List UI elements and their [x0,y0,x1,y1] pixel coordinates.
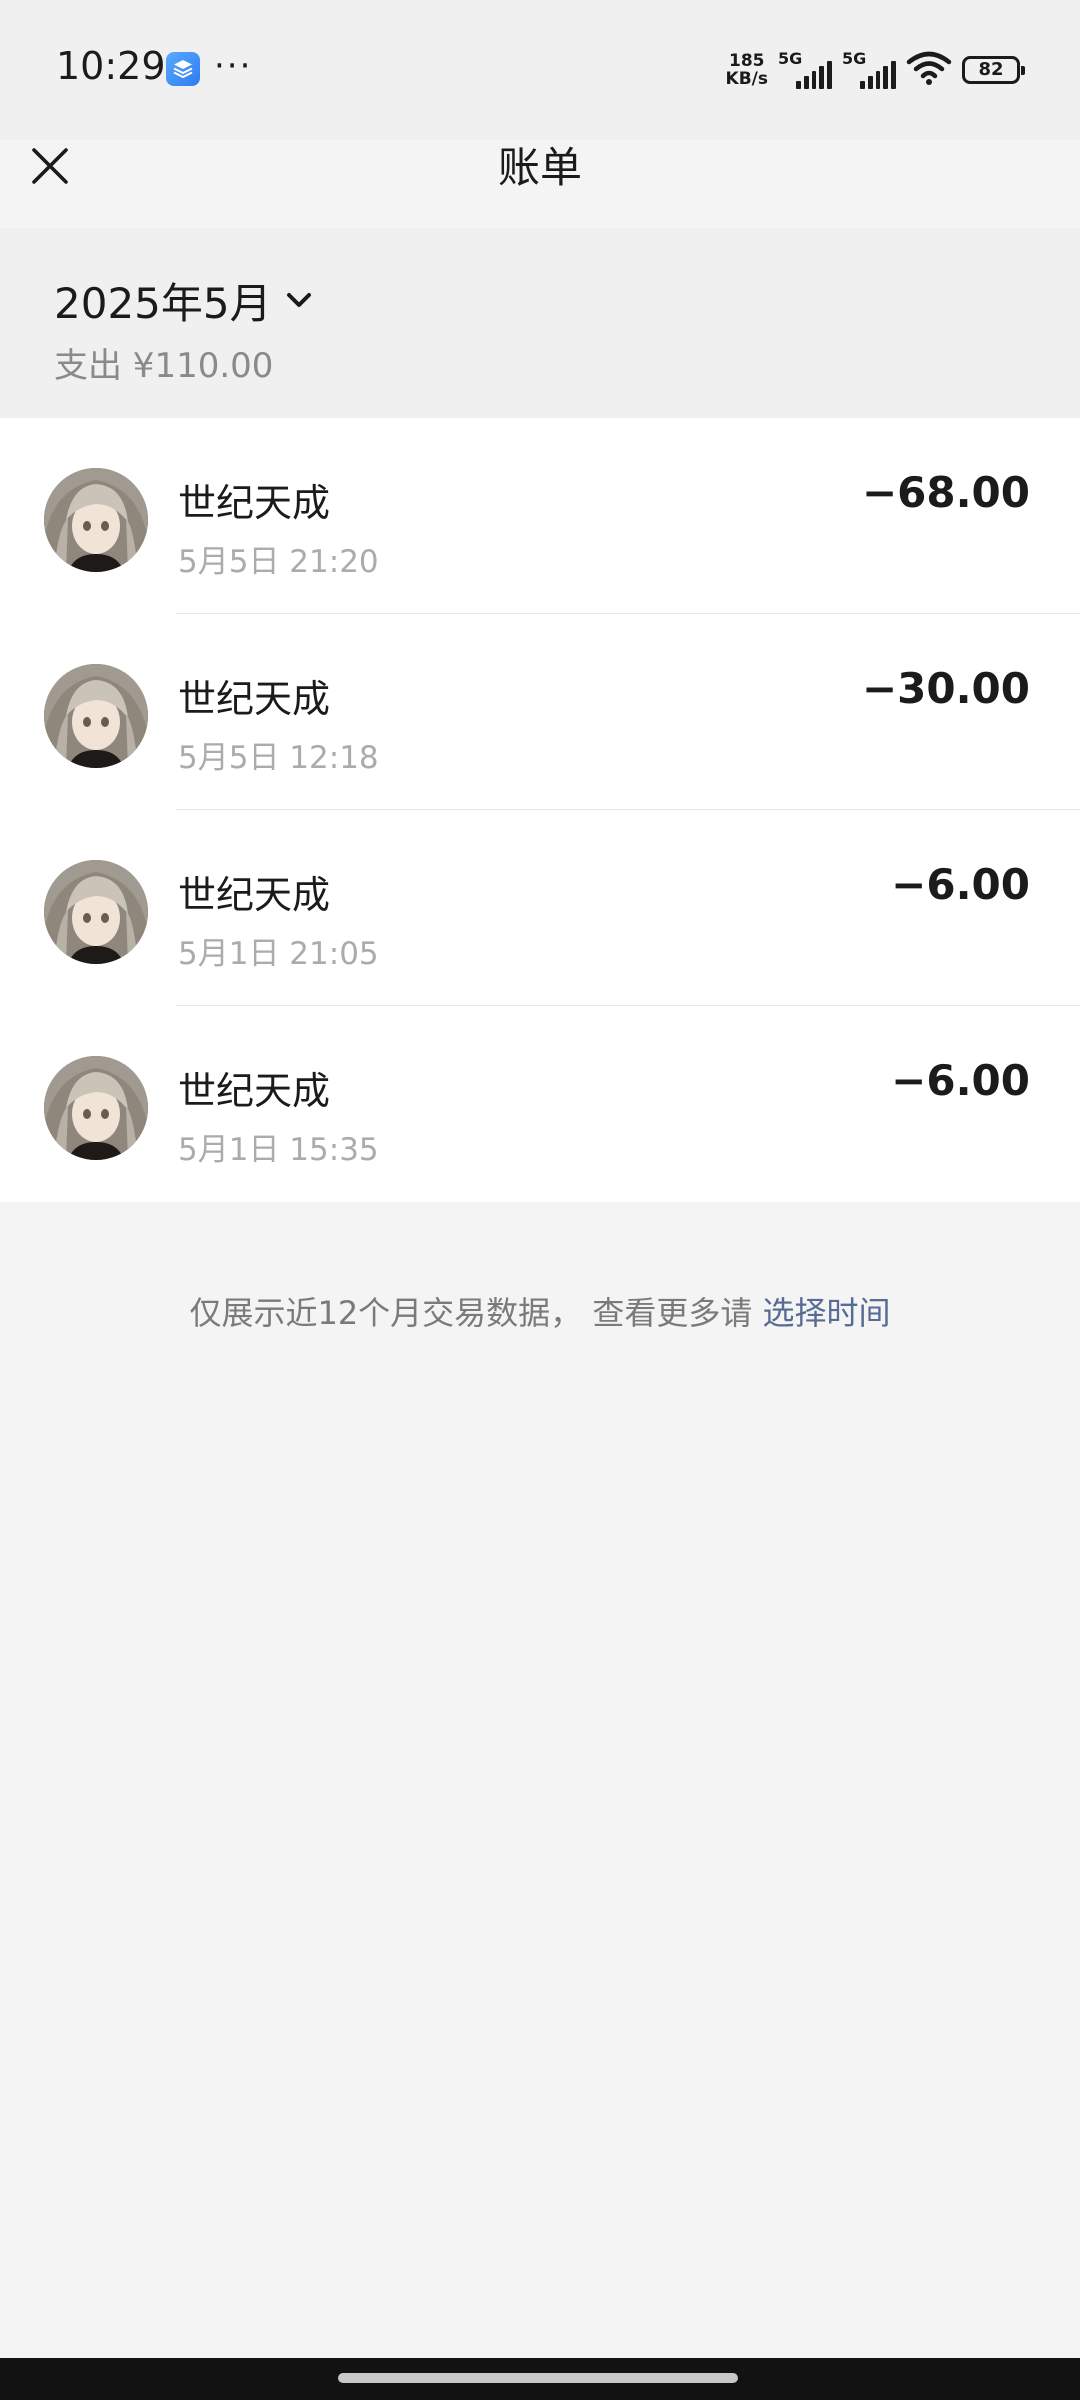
avatar [44,468,148,572]
transaction-row[interactable]: 世纪天成 5月5日 12:18 −30.00 [0,614,1080,810]
page-title: 账单 [497,143,582,192]
month-selector[interactable]: 2025年5月 [54,270,312,331]
chevron-down-icon [286,292,311,307]
avatar [44,664,148,768]
footer-note: 仅展示近12个月交易数据， 查看更多请 选择时间 [0,1288,1080,1334]
month-header: 2025年5月 支出 ¥110.00 [0,228,1080,418]
month-expense-summary: 支出 ¥110.00 [54,346,274,386]
transaction-row[interactable]: 世纪天成 5月1日 21:05 −6.00 [0,810,1080,1006]
footer-note-text: 仅展示近12个月交易数据， 查看更多请 [189,1294,753,1332]
transaction-time: 5月5日 21:20 [178,544,379,580]
status-time: 10:29 [56,44,166,88]
more-notifications-icon: ··· [214,46,253,86]
transaction-amount: −6.00 [891,1056,1030,1105]
avatar [44,860,148,964]
avatar [44,1056,148,1160]
home-indicator[interactable] [338,2373,738,2383]
network-speed: 185 KB/s [726,52,768,88]
transaction-amount: −68.00 [861,468,1030,517]
cellular-signal-icon: 5G [778,49,832,89]
transaction-row[interactable]: 世纪天成 5月1日 15:35 −6.00 [0,1006,1080,1202]
gesture-bar [0,2358,1080,2400]
status-bar: 10:29 ··· 185 KB/s 5G 5G 82 [0,0,1080,140]
network-speed-unit: KB/s [725,69,768,89]
signal-type-label: 5G [842,49,867,68]
transaction-name: 世纪天成 [178,677,331,721]
transaction-list: 世纪天成 5月5日 21:20 −68.00 世纪天成 5月5日 12:18 −… [0,418,1080,1202]
network-speed-value: 185 [729,51,765,71]
layers-app-icon [166,52,200,86]
transaction-row[interactable]: 世纪天成 5月5日 21:20 −68.00 [0,418,1080,614]
transaction-time: 5月1日 15:35 [178,1132,379,1168]
status-indicators: 185 KB/s 5G 5G 82 [726,48,1025,92]
transaction-time: 5月1日 21:05 [178,936,379,972]
transaction-name: 世纪天成 [178,1069,331,1113]
signal-type-label: 5G [778,49,803,68]
transaction-name: 世纪天成 [178,873,331,917]
transaction-amount: −6.00 [891,860,1030,909]
transaction-amount: −30.00 [861,664,1030,713]
transaction-time: 5月5日 12:18 [178,740,379,776]
battery-icon: 82 [962,56,1025,84]
month-label: 2025年5月 [54,279,272,328]
transaction-name: 世纪天成 [178,481,331,525]
close-button[interactable] [30,146,70,186]
wifi-icon [906,50,952,90]
select-time-link[interactable]: 选择时间 [763,1294,891,1332]
cellular-signal-icon: 5G [842,49,896,89]
close-icon [32,148,68,184]
